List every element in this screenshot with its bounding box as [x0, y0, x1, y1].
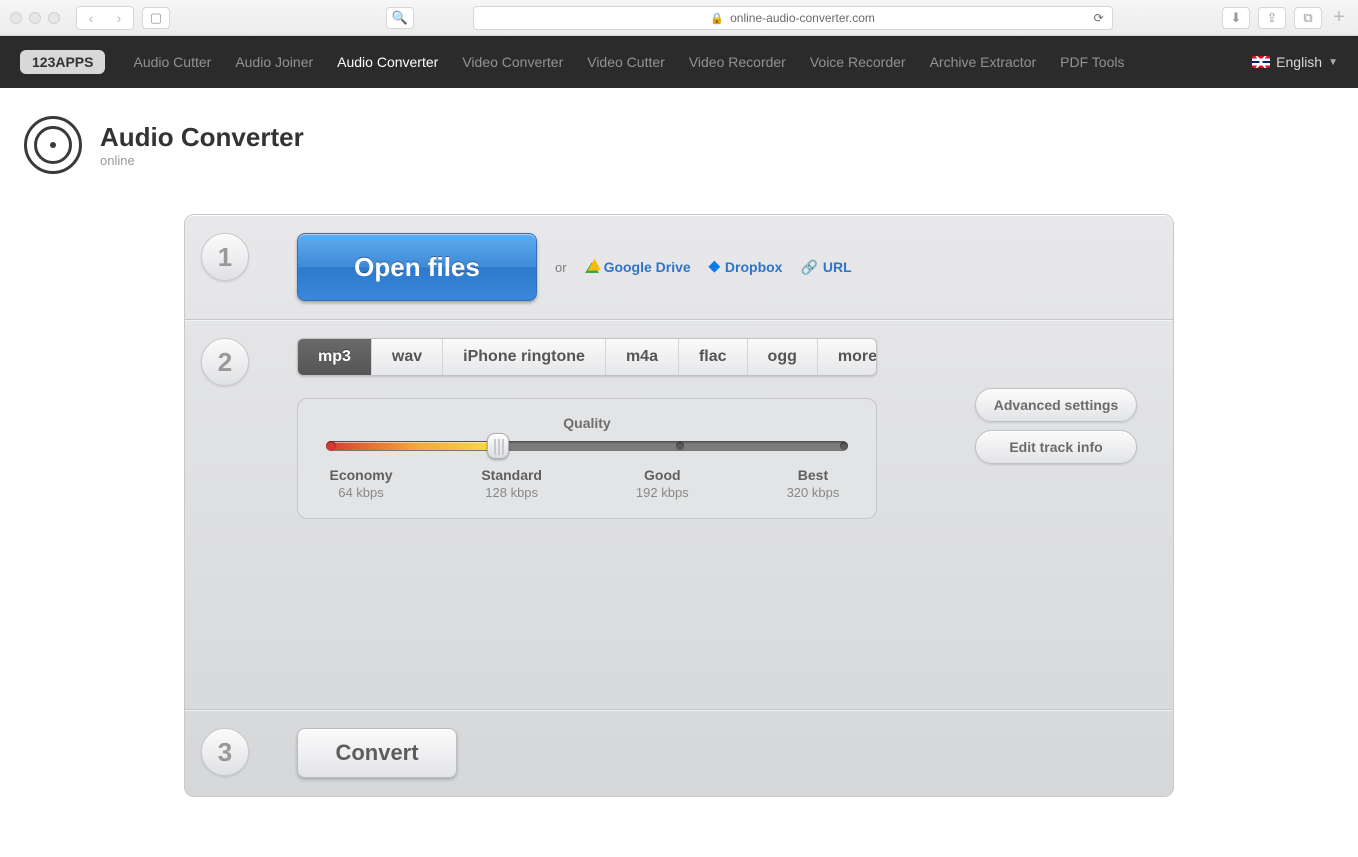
- step-1: 1 Open files or Google Drive ⬥ Dropbox 🔗…: [185, 215, 1173, 319]
- convert-button[interactable]: Convert: [297, 728, 457, 778]
- sidebar-toggle-icon[interactable]: ▢: [142, 7, 170, 29]
- google-drive-icon: [585, 262, 599, 273]
- step-number: 3: [201, 728, 249, 776]
- slider-mark: [840, 442, 848, 450]
- format-tab-iPhone-ringtone[interactable]: iPhone ringtone: [443, 339, 606, 375]
- quality-slider[interactable]: [326, 441, 848, 451]
- google-drive-link[interactable]: Google Drive: [585, 259, 691, 275]
- slider-mark: [326, 441, 336, 451]
- quality-mark: Economy64 kbps: [326, 467, 396, 500]
- slider-mark: [676, 442, 684, 450]
- address-text: online-audio-converter.com: [730, 11, 875, 25]
- nav-video-recorder[interactable]: Video Recorder: [689, 54, 786, 70]
- nav-archive-extractor[interactable]: Archive Extractor: [930, 54, 1037, 70]
- browser-chrome: ‹ › ▢ 🔍 online-audio-converter.com ⟳ ⬇ ⇪…: [0, 0, 1358, 36]
- slider-handle[interactable]: [487, 433, 509, 459]
- dropbox-link[interactable]: ⬥ Dropbox: [709, 258, 783, 276]
- disc-icon: [24, 116, 82, 174]
- step-3: 3 Convert: [185, 709, 1173, 796]
- advanced-settings-button[interactable]: Advanced settings: [975, 388, 1137, 422]
- nav-audio-cutter[interactable]: Audio Cutter: [133, 54, 211, 70]
- converter-panel: 1 Open files or Google Drive ⬥ Dropbox 🔗…: [184, 214, 1174, 797]
- nav-back-forward[interactable]: ‹ ›: [76, 6, 134, 30]
- language-label: English: [1276, 54, 1322, 70]
- chevron-down-icon: ▼: [1328, 57, 1338, 68]
- address-bar[interactable]: online-audio-converter.com ⟳: [473, 6, 1113, 30]
- quality-mark: Best320 kbps: [778, 467, 848, 500]
- search-icon[interactable]: 🔍: [386, 7, 414, 29]
- share-icon[interactable]: ⇪: [1258, 7, 1286, 29]
- format-tab-wav[interactable]: wav: [372, 339, 443, 375]
- tabs-icon[interactable]: ⧉: [1294, 7, 1322, 29]
- step-number: 1: [201, 233, 249, 281]
- top-nav: 123APPS Audio Cutter Audio Joiner Audio Co…: [0, 36, 1358, 88]
- nav-audio-joiner[interactable]: Audio Joiner: [235, 54, 313, 70]
- new-tab-icon[interactable]: +: [1330, 6, 1348, 29]
- quality-mark: Standard128 kbps: [477, 467, 547, 500]
- open-files-button[interactable]: Open files: [297, 233, 537, 301]
- lock-icon: [710, 11, 724, 25]
- dropbox-icon: ⬥: [709, 258, 720, 276]
- traffic-lights: [10, 12, 60, 24]
- step-number: 2: [201, 338, 249, 386]
- format-tab-ogg[interactable]: ogg: [748, 339, 818, 375]
- quality-box: Quality Economy64 kbps Standard128 kbps Go…: [297, 398, 877, 519]
- page-subtitle: online: [100, 153, 304, 168]
- reload-icon[interactable]: ⟳: [1094, 11, 1104, 25]
- nav-pdf-tools[interactable]: PDF Tools: [1060, 54, 1124, 70]
- format-tabs: mp3waviPhone ringtonem4aflacoggmore: [297, 338, 877, 376]
- format-tab-mp3[interactable]: mp3: [298, 339, 372, 375]
- format-tab-flac[interactable]: flac: [679, 339, 748, 375]
- downloads-icon[interactable]: ⬇: [1222, 7, 1250, 29]
- language-switcher[interactable]: English ▼: [1252, 54, 1338, 70]
- logo[interactable]: 123APPS: [20, 50, 105, 74]
- back-button[interactable]: ‹: [77, 7, 105, 29]
- edit-track-info-button[interactable]: Edit track info: [975, 430, 1137, 464]
- nav-video-converter[interactable]: Video Converter: [462, 54, 563, 70]
- nav-audio-converter[interactable]: Audio Converter: [337, 54, 438, 70]
- link-icon: 🔗: [800, 259, 817, 276]
- page-heading: Audio Converter online: [0, 88, 1358, 184]
- or-label: or: [555, 260, 567, 275]
- url-link[interactable]: 🔗 URL: [800, 259, 851, 276]
- quality-mark: Good192 kbps: [627, 467, 697, 500]
- flag-icon: [1252, 56, 1270, 68]
- forward-button[interactable]: ›: [105, 7, 133, 29]
- quality-label: Quality: [326, 415, 848, 431]
- nav-voice-recorder[interactable]: Voice Recorder: [810, 54, 906, 70]
- nav-video-cutter[interactable]: Video Cutter: [587, 54, 665, 70]
- step-2: 2 mp3waviPhone ringtonem4aflacoggmore Qu…: [185, 319, 1173, 709]
- format-tab-m4a[interactable]: m4a: [606, 339, 679, 375]
- slider-fill: [327, 442, 499, 450]
- page-title: Audio Converter: [100, 122, 304, 153]
- format-tab-more[interactable]: more: [818, 339, 877, 375]
